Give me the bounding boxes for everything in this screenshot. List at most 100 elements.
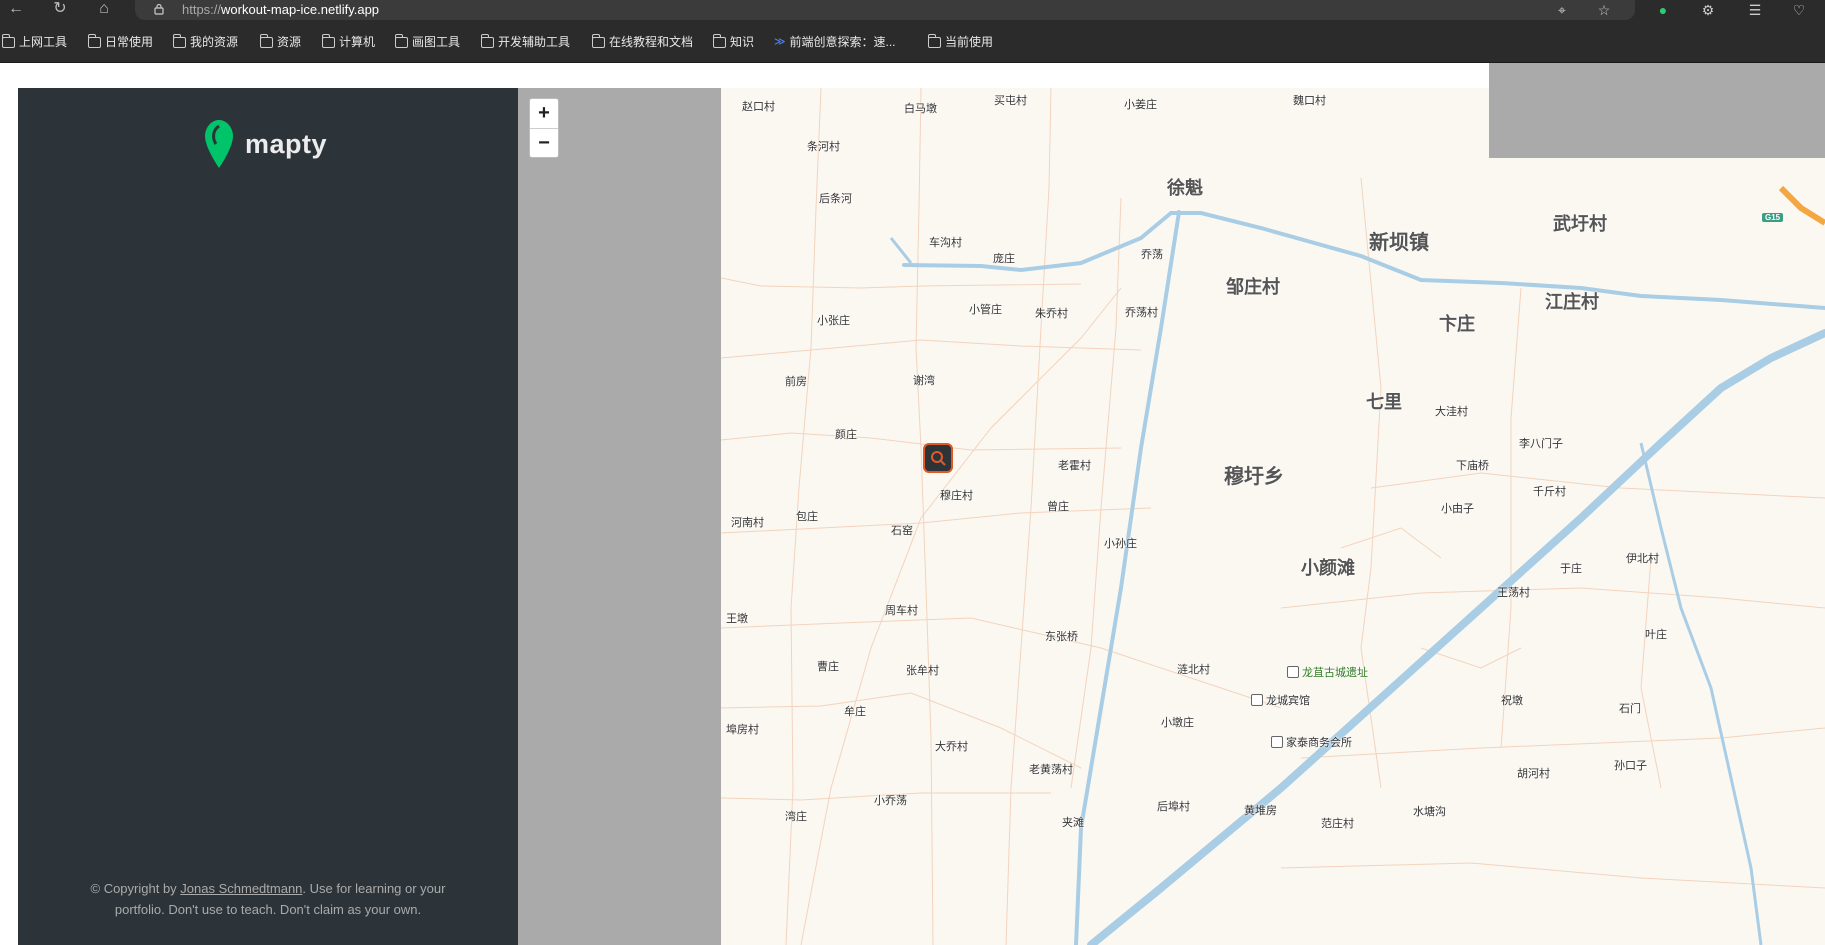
place-label: 颜庄 <box>835 428 857 441</box>
folder-icon <box>173 33 186 48</box>
reload-icon[interactable]: ↻ <box>48 0 72 20</box>
place-label: 江庄村 <box>1545 292 1599 313</box>
place-label: 小乔荡 <box>874 794 907 807</box>
place-label: 李八门子 <box>1519 437 1563 450</box>
place-label: 包庄 <box>796 510 818 523</box>
hotel-icon <box>1271 736 1283 748</box>
profile-icon[interactable]: ♡ <box>1790 2 1808 18</box>
place-label: 小颜滩 <box>1301 558 1355 579</box>
place-label: 小墩庄 <box>1161 716 1194 729</box>
author-link[interactable]: Jonas Schmedtmann <box>180 881 302 896</box>
place-label: 于庄 <box>1560 562 1582 575</box>
place-label: 穆圩乡 <box>1224 464 1284 488</box>
bookmark-link[interactable]: ≫ 前端创意探索：速... <box>774 34 896 50</box>
bookmark-folder[interactable]: 我的资源 <box>173 33 238 50</box>
bookmark-folder[interactable]: 知识 <box>713 33 754 50</box>
place-label: 涟北村 <box>1177 663 1210 676</box>
place-label: 伊北村 <box>1626 552 1659 565</box>
folder-icon <box>481 33 494 48</box>
bookmark-folder[interactable]: 日常使用 <box>88 33 153 50</box>
place-label: 卞庄 <box>1439 314 1475 335</box>
bookmark-folder[interactable]: 资源 <box>260 33 301 50</box>
zoom-in-button[interactable]: + <box>530 99 558 128</box>
back-icon[interactable]: ← <box>4 0 28 20</box>
zoom-out-button[interactable]: − <box>530 128 558 157</box>
place-label: 龙苴古城遗址 <box>1287 664 1368 680</box>
folder-icon <box>928 33 941 48</box>
place-label: 庞庄 <box>993 252 1015 265</box>
bookmark-folder[interactable]: 在线教程和文档 <box>592 33 693 50</box>
bookmark-folder[interactable]: 当前使用 <box>928 33 993 50</box>
place-label: 乔荡村 <box>1125 306 1158 319</box>
place-label: 大洼村 <box>1435 405 1468 418</box>
folder-icon <box>322 33 335 48</box>
folder-icon <box>592 33 605 48</box>
home-icon[interactable]: ⌂ <box>92 0 116 20</box>
map[interactable]: G15 赵口村 白马墩 买屯村 小姜庄 魏口村 条河村 后条河 徐魁 新坝镇 武圩村 车沟村 庞庄 乔荡… <box>518 88 1825 945</box>
place-label: 东张桥 <box>1045 630 1078 643</box>
place-label: 叶庄 <box>1645 628 1667 641</box>
place-label: 前房 <box>785 375 807 388</box>
address-bar[interactable]: https://workout-map-ice.netlify.app ⌖ ☆ <box>135 0 1635 20</box>
place-label: 条河村 <box>807 140 840 153</box>
place-label: 张牟村 <box>906 664 939 677</box>
workout-marker[interactable] <box>923 443 953 473</box>
place-label: 小姜庄 <box>1124 98 1157 111</box>
place-label: 小由子 <box>1441 502 1474 515</box>
bookmarks-bar: 上网工具 日常使用 我的资源 资源 计算机 画图工具 开发辅助工具 在线教程和文… <box>0 20 1825 63</box>
location-icon[interactable]: ⌖ <box>1553 2 1571 18</box>
place-label: 千斤村 <box>1533 485 1566 498</box>
place-label: 谢湾 <box>913 374 935 387</box>
place-label: 龙城宾馆 <box>1251 692 1310 708</box>
place-label: 新坝镇 <box>1369 230 1429 254</box>
place-label: 乔荡 <box>1141 248 1163 261</box>
place-label: 小管庄 <box>969 303 1002 316</box>
search-location-icon <box>931 451 946 466</box>
settings-icon[interactable]: ⚙ <box>1699 2 1717 18</box>
hotel-icon <box>1251 694 1263 706</box>
favorites-icon[interactable]: ☰ <box>1746 2 1764 18</box>
place-label: 穆庄村 <box>940 489 973 502</box>
place-label: 湾庄 <box>785 810 807 823</box>
place-label: 夹滩 <box>1062 816 1084 829</box>
zoom-control: + − <box>529 98 559 158</box>
sidebar: mapty © Copyright by Jonas Schmedtmann. … <box>18 88 518 945</box>
bookmark-folder[interactable]: 开发辅助工具 <box>481 33 570 50</box>
place-label: 埠房村 <box>726 723 759 736</box>
bookmark-folder[interactable]: 上网工具 <box>2 33 67 50</box>
place-label: 石窑 <box>891 524 913 537</box>
highway-shield: G15 <box>1762 213 1784 222</box>
extension-icon[interactable]: ● <box>1654 2 1672 18</box>
place-label: 老黄荡村 <box>1029 763 1073 776</box>
place-label: 小孙庄 <box>1104 537 1137 550</box>
url-text[interactable]: https://workout-map-ice.netlify.app <box>182 2 379 17</box>
folder-icon <box>88 33 101 48</box>
browser-toolbar: ← ↻ ⌂ https://workout-map-ice.netlify.ap… <box>0 0 1825 20</box>
place-label: 朱乔村 <box>1035 307 1068 320</box>
place-label: 后埠村 <box>1157 800 1190 813</box>
folder-icon <box>713 33 726 48</box>
folder-icon <box>2 33 15 48</box>
place-label: 魏口村 <box>1293 94 1326 107</box>
place-label: 买屯村 <box>994 94 1027 107</box>
logo-text: mapty <box>245 128 328 159</box>
place-label: 赵口村 <box>742 100 775 113</box>
place-label: 石门 <box>1619 702 1641 715</box>
place-label: 王荡村 <box>1497 586 1530 599</box>
lock-icon <box>154 3 164 15</box>
place-label: 家泰商务会所 <box>1271 734 1352 750</box>
place-label: 祝墩 <box>1501 694 1523 707</box>
map-tiles[interactable]: G15 赵口村 白马墩 买屯村 小姜庄 魏口村 条河村 后条河 徐魁 新坝镇 武圩村 车沟村 庞庄 乔荡… <box>721 88 1825 945</box>
place-label: 周车村 <box>885 604 918 617</box>
logo: mapty <box>203 118 327 170</box>
folder-icon <box>395 33 408 48</box>
place-label: 七里 <box>1366 392 1402 413</box>
place-label: 曾庄 <box>1047 500 1069 513</box>
place-label: 王墩 <box>726 612 748 625</box>
folder-icon <box>260 33 273 48</box>
map-tile-unloaded <box>1489 63 1825 158</box>
bookmark-folder[interactable]: 画图工具 <box>395 33 460 50</box>
star-icon[interactable]: ☆ <box>1595 2 1613 18</box>
copyright: © Copyright by Jonas Schmedtmann. Use fo… <box>90 881 446 917</box>
bookmark-folder[interactable]: 计算机 <box>322 33 375 50</box>
